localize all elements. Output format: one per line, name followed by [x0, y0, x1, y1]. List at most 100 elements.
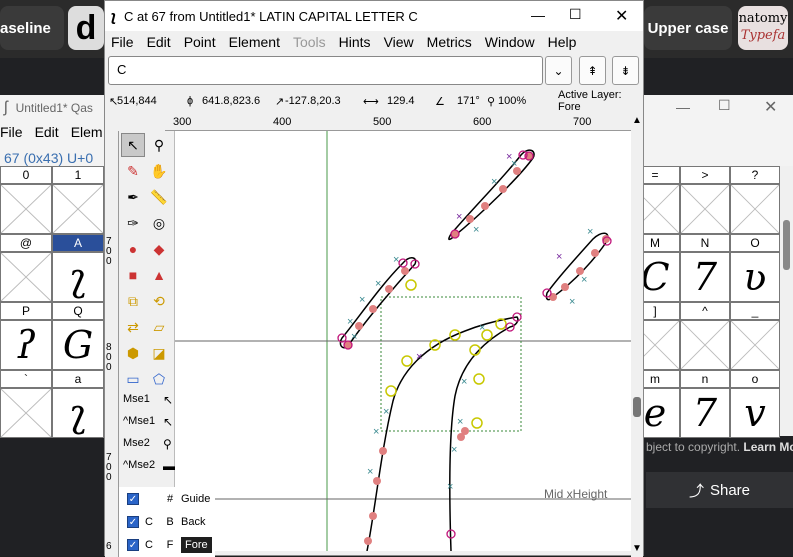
control-handle: × [587, 226, 593, 238]
menu-point[interactable]: Point [184, 34, 216, 50]
tangent-point-icon[interactable]: ▲ [147, 263, 171, 287]
control-handle: × [569, 296, 575, 308]
glyph-cell[interactable] [730, 320, 780, 370]
skew-tool-icon[interactable]: ▱ [147, 315, 171, 339]
menu-file[interactable]: File [111, 34, 134, 50]
layer-row-back[interactable]: ✓ C B Back [119, 511, 215, 533]
glyph-cell[interactable] [680, 184, 730, 234]
pen-tool-icon[interactable]: ✒ [121, 185, 145, 209]
control-points[interactable]: ××××××××××××××××××××××× [337, 150, 612, 545]
tab-glyph[interactable]: d [68, 6, 104, 50]
maximize-icon[interactable]: ☐ [569, 6, 582, 23]
3d-rotate-icon[interactable]: ⬢ [121, 341, 145, 365]
control-handle: × [451, 444, 457, 456]
glyph-cell[interactable]: ʔ [0, 320, 52, 370]
vertical-ruler: 700 800 700 6 [105, 131, 119, 557]
control-handle: × [461, 376, 467, 388]
scroll-thumb[interactable] [633, 397, 641, 417]
fontview-grid-right: = >? MNO C7ʋ ] ^ _ mno e7v [630, 166, 780, 438]
prev-glyph-button[interactable]: ⇞ [579, 56, 606, 85]
cell-header: 1 [52, 166, 104, 184]
glyph-cell[interactable]: 7 [680, 252, 730, 302]
menu-element[interactable]: Elem [71, 124, 103, 144]
ruler-tick: 300 [173, 116, 192, 128]
glyph-cell[interactable]: ʅ [52, 388, 104, 438]
upper-case-button[interactable]: Upper case [644, 6, 732, 50]
share-icon: ⤴ [688, 482, 704, 500]
spiro-tool-icon[interactable]: ✑ [121, 211, 145, 235]
layer-row-guide[interactable]: ✓ # Guide [119, 488, 215, 510]
glyph-cell[interactable] [0, 252, 52, 302]
visibility-checkbox[interactable]: ✓ [127, 539, 139, 551]
close-icon[interactable]: ✕ [615, 6, 628, 26]
glyph-cell[interactable]: v [730, 388, 780, 438]
angle-value: 171° [457, 95, 480, 107]
glyph-cell[interactable] [52, 184, 104, 234]
control-handle: × [351, 331, 357, 343]
menu-help[interactable]: Help [548, 34, 577, 50]
next-glyph-button[interactable]: ⇟ [612, 56, 639, 85]
hv-curve-point-icon[interactable]: ◆ [147, 237, 171, 261]
polygon-tool-icon[interactable]: ⬠ [147, 367, 171, 391]
glyph-cell[interactable]: ʋ [730, 252, 780, 302]
ruler-label: 700 [106, 452, 112, 483]
menu-window[interactable]: Window [485, 34, 535, 50]
scroll-hand-icon[interactable]: ✋ [147, 159, 171, 183]
glyph-cell[interactable]: G [52, 320, 104, 370]
scroll-up-icon[interactable]: ▲ [631, 115, 643, 126]
fontview-scrollbar[interactable] [780, 166, 793, 436]
ctrl-mouse1-label: ^Mse1 [123, 415, 156, 427]
menu-metrics[interactable]: Metrics [427, 34, 472, 50]
menu-element[interactable]: Element [229, 34, 280, 50]
magnify-tool-icon[interactable]: ⚲ [147, 133, 171, 157]
tab-label: aseline [0, 19, 51, 37]
glyph-canvas[interactable]: × × × × × × × × × × × × × × × × × × × × × × × Mid xHeight [165, 131, 631, 551]
menu-edit[interactable]: Edit [35, 124, 59, 144]
flip-tool-icon[interactable]: ⇄ [121, 315, 145, 339]
glyph-cell[interactable] [0, 184, 52, 234]
scroll-down-icon[interactable]: ▼ [631, 543, 643, 554]
tab-baseline[interactable]: aseline [0, 6, 64, 50]
glyph-name-input[interactable]: C [108, 56, 543, 85]
canvas-scrollbar[interactable]: ▲ ▼ [631, 115, 643, 557]
cell-header: P [0, 302, 52, 320]
freehand-tool-icon[interactable]: ✎ [121, 159, 145, 183]
layer-name: Back [181, 516, 206, 528]
pointer-tool-icon[interactable]: ↖ [121, 133, 145, 157]
menu-hints[interactable]: Hints [339, 34, 371, 50]
rotate-tool-icon[interactable]: ⟲ [147, 289, 171, 313]
minimize-icon[interactable]: — [531, 7, 545, 23]
glyph-cell[interactable] [680, 320, 730, 370]
corner-point-icon[interactable]: ■ [121, 263, 145, 287]
fontforge-icon: ʃ [4, 99, 8, 116]
ruler-tool-icon[interactable]: 📏 [147, 185, 171, 209]
zoom-value: 100% [498, 95, 527, 107]
layer-col1: C [145, 539, 153, 551]
menu-file[interactable]: File [0, 124, 23, 144]
menu-view[interactable]: View [384, 34, 414, 50]
rectangle-tool-icon[interactable]: ▭ [121, 367, 145, 391]
scale-tool-icon[interactable]: ⧉ [121, 289, 145, 313]
delta-coords: -127.8,20.3 [285, 95, 341, 107]
perspective-icon[interactable]: ◪ [147, 341, 171, 365]
menu-edit[interactable]: Edit [147, 34, 171, 50]
glyph-cell[interactable]: 7 [680, 388, 730, 438]
glyph-cell[interactable] [0, 388, 52, 438]
maximize-icon[interactable]: ☐ [718, 97, 731, 114]
glyph-cell[interactable]: ʅ [52, 252, 104, 302]
share-button[interactable]: ⤴ Share [646, 472, 793, 508]
minimize-icon[interactable]: — [676, 99, 690, 115]
dropdown-button[interactable]: ⌄ [545, 56, 572, 85]
spiral-tool-icon[interactable]: ◎ [147, 211, 171, 235]
visibility-checkbox[interactable]: ✓ [127, 516, 139, 528]
visibility-checkbox[interactable]: ✓ [127, 493, 139, 505]
learn-more-link[interactable]: Learn Mo [743, 440, 793, 454]
glyph-cell[interactable] [730, 184, 780, 234]
scroll-thumb[interactable] [783, 220, 790, 270]
on-curve-point [364, 537, 372, 545]
anatomy-thumbnail[interactable]: natomy Typefa [738, 6, 788, 50]
cursor-coords: 514,844 [117, 95, 157, 107]
curve-point-icon[interactable]: ● [121, 237, 145, 261]
layer-row-fore[interactable]: ✓ C F Fore [119, 534, 215, 556]
close-icon[interactable]: ✕ [764, 97, 777, 117]
